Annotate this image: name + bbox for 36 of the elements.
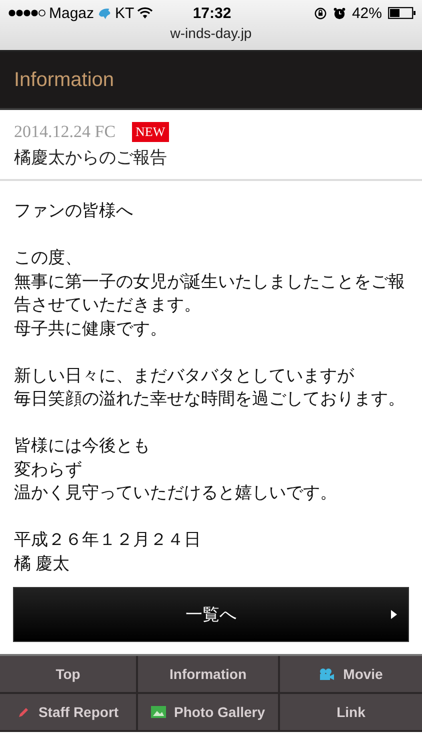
message-text: ファンの皆様へ — [14, 200, 134, 222]
pen-icon — [17, 706, 30, 718]
message-text: 平成２６年１２月２４日 — [14, 529, 202, 551]
list-button[interactable]: 一覧へ — [13, 587, 409, 642]
address-bar-url[interactable]: w-inds-day.jp — [0, 25, 422, 41]
carrier-name: Magaz — [49, 4, 94, 22]
nav-link[interactable]: Staff Report — [0, 694, 138, 732]
entry-title: 橘慶太からのご報告 — [14, 147, 168, 169]
new-badge: NEW — [132, 122, 170, 142]
rotation-lock-icon — [314, 6, 327, 20]
nav-link[interactable]: Top — [0, 656, 138, 694]
nav-link[interactable]: Information — [138, 656, 280, 694]
message-text: 新しい日々に、まだバタバタとしていますが — [14, 364, 355, 386]
message-text: 橘 慶太 — [14, 552, 70, 574]
section-title: Information — [14, 68, 114, 92]
message-text: 毎日笑顔の溢れた幸せな時間を過ごしております。 — [14, 388, 406, 410]
photo-icon — [150, 706, 166, 718]
nav-link[interactable]: Photo Gallery — [138, 694, 280, 732]
nav-link[interactable]: Link — [280, 694, 422, 732]
message-text: 変わらず — [14, 458, 83, 480]
nav-link[interactable]: Movie — [280, 656, 422, 694]
entry-date: 2014.12.24 FC — [14, 122, 116, 142]
battery-icon — [388, 7, 416, 19]
message-text: 無事に第一子の女児が誕生いたしましたことをご報告させていただきます。 — [14, 270, 406, 316]
message-text: この度、 — [14, 247, 83, 269]
carrier-name: KT — [115, 4, 134, 22]
message-text: 皆様には今後とも — [14, 435, 151, 457]
wifi-icon — [137, 7, 154, 19]
play-icon — [391, 610, 397, 619]
signal-icon — [8, 9, 46, 17]
video-camera-icon — [319, 668, 336, 680]
alarm-icon — [332, 6, 346, 20]
battery-percent: 42% — [352, 4, 382, 22]
clock-time: 17:32 — [192, 4, 232, 22]
message-text: 温かく見守っていただけると嬉しいです。 — [14, 482, 338, 504]
message-text: 母子共に健康です。 — [14, 318, 168, 340]
